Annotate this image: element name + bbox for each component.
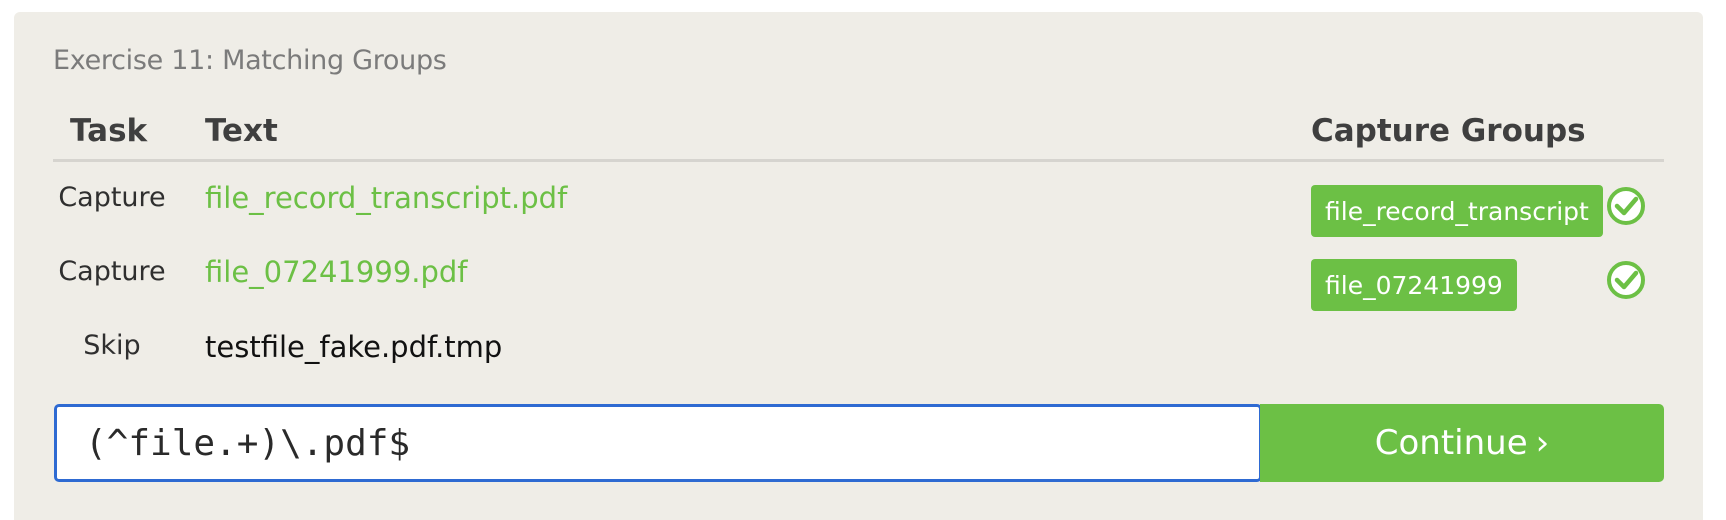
capture-group-badge: file_07241999 bbox=[1311, 259, 1517, 311]
exercise-title: Exercise 11: Matching Groups bbox=[53, 45, 447, 76]
continue-label: Continue bbox=[1374, 423, 1528, 463]
row-text: file_07241999.pdf bbox=[205, 255, 468, 289]
header-task: Task bbox=[70, 113, 148, 149]
exercise-panel: Exercise 11: Matching Groups Task Text C… bbox=[14, 12, 1703, 520]
chevron-right-icon: › bbox=[1535, 423, 1550, 463]
check-circle-icon bbox=[1607, 187, 1645, 225]
check-circle-icon bbox=[1607, 261, 1645, 299]
row-text: file_record_transcript.pdf bbox=[205, 181, 568, 215]
capture-group-badge: file_record_transcript bbox=[1311, 185, 1603, 237]
header-text: Text bbox=[205, 113, 278, 149]
header-capture-groups: Capture Groups bbox=[1311, 113, 1586, 149]
row-text: testfile_fake.pdf.tmp bbox=[205, 330, 503, 364]
row-task-label: Capture bbox=[58, 256, 166, 287]
row-task-label: Capture bbox=[58, 182, 166, 213]
row-task-label: Skip bbox=[83, 330, 141, 361]
header-divider bbox=[53, 159, 1664, 162]
regex-input[interactable] bbox=[54, 404, 1262, 482]
continue-button[interactable]: Continue › bbox=[1260, 404, 1664, 482]
